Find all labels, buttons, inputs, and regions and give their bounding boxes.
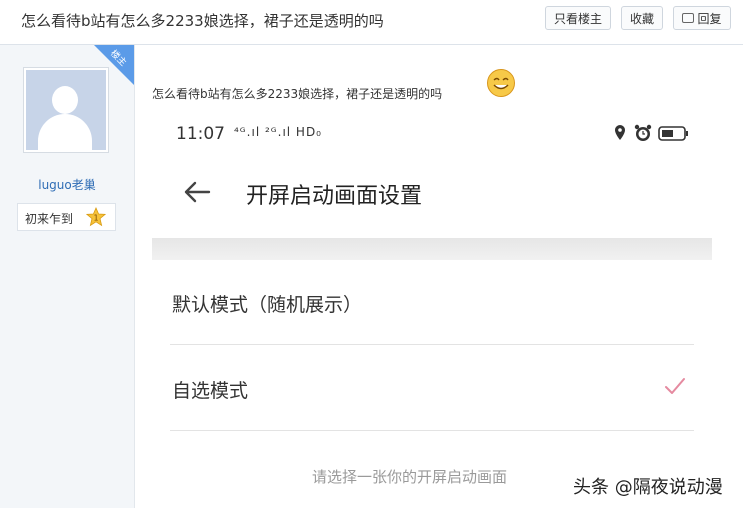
reply-icon [682, 13, 695, 23]
star-icon: 1 [86, 207, 106, 227]
rank-level: 1 [93, 214, 98, 223]
divider-line [170, 344, 694, 345]
alarm-icon [634, 124, 652, 141]
settings-page-title: 开屏启动画面设置 [246, 184, 423, 209]
author-username[interactable]: luguo老巢 [0, 176, 134, 193]
option-custom-mode[interactable]: 自选模式 [172, 376, 248, 403]
thread-title: 怎么看待b站有怎么多2233娘选择，裙子还是透明的吗 [21, 12, 384, 30]
status-time: 11:07 [176, 124, 225, 144]
battery-icon [658, 126, 688, 141]
rank-badge: 初来乍到 1 [17, 203, 116, 231]
hint-text: 请选择一张你的开屏启动画面 [312, 468, 508, 486]
watermark: 头条 @隔夜说动漫 [573, 477, 723, 498]
checkmark-icon [665, 378, 685, 394]
reply-button[interactable]: 回复 [673, 6, 731, 30]
section-divider [152, 238, 712, 260]
option-default-mode[interactable]: 默认模式（随机展示） [172, 290, 362, 317]
back-arrow-icon[interactable] [182, 180, 212, 204]
post-body-text: 怎么看待b站有怎么多2233娘选择，裙子还是透明的吗 [152, 87, 443, 101]
author-sidebar: 楼主 luguo老巢 初来乍到 1 [0, 45, 135, 508]
smiley-icon [487, 69, 515, 97]
embedded-phone-screenshot: 11:07 ⁴ᴳ.ıl ²ᴳ.ıl HD₀ 开屏启动画面设置 默认模式（随机展示… [152, 110, 712, 508]
status-network: ⁴ᴳ.ıl ²ᴳ.ıl HD₀ [234, 125, 322, 139]
location-icon [615, 125, 625, 140]
reply-button-label: 回复 [697, 12, 722, 26]
favorite-button[interactable]: 收藏 [621, 6, 663, 30]
status-icons [615, 124, 688, 141]
author-corner-badge: 楼主 [94, 45, 134, 85]
thread-header: 怎么看待b站有怎么多2233娘选择，裙子还是透明的吗 只看楼主 收藏 回复 [0, 0, 743, 45]
rank-label: 初来乍到 [25, 212, 74, 226]
only-author-button[interactable]: 只看楼主 [545, 6, 611, 30]
divider-line [170, 430, 694, 431]
